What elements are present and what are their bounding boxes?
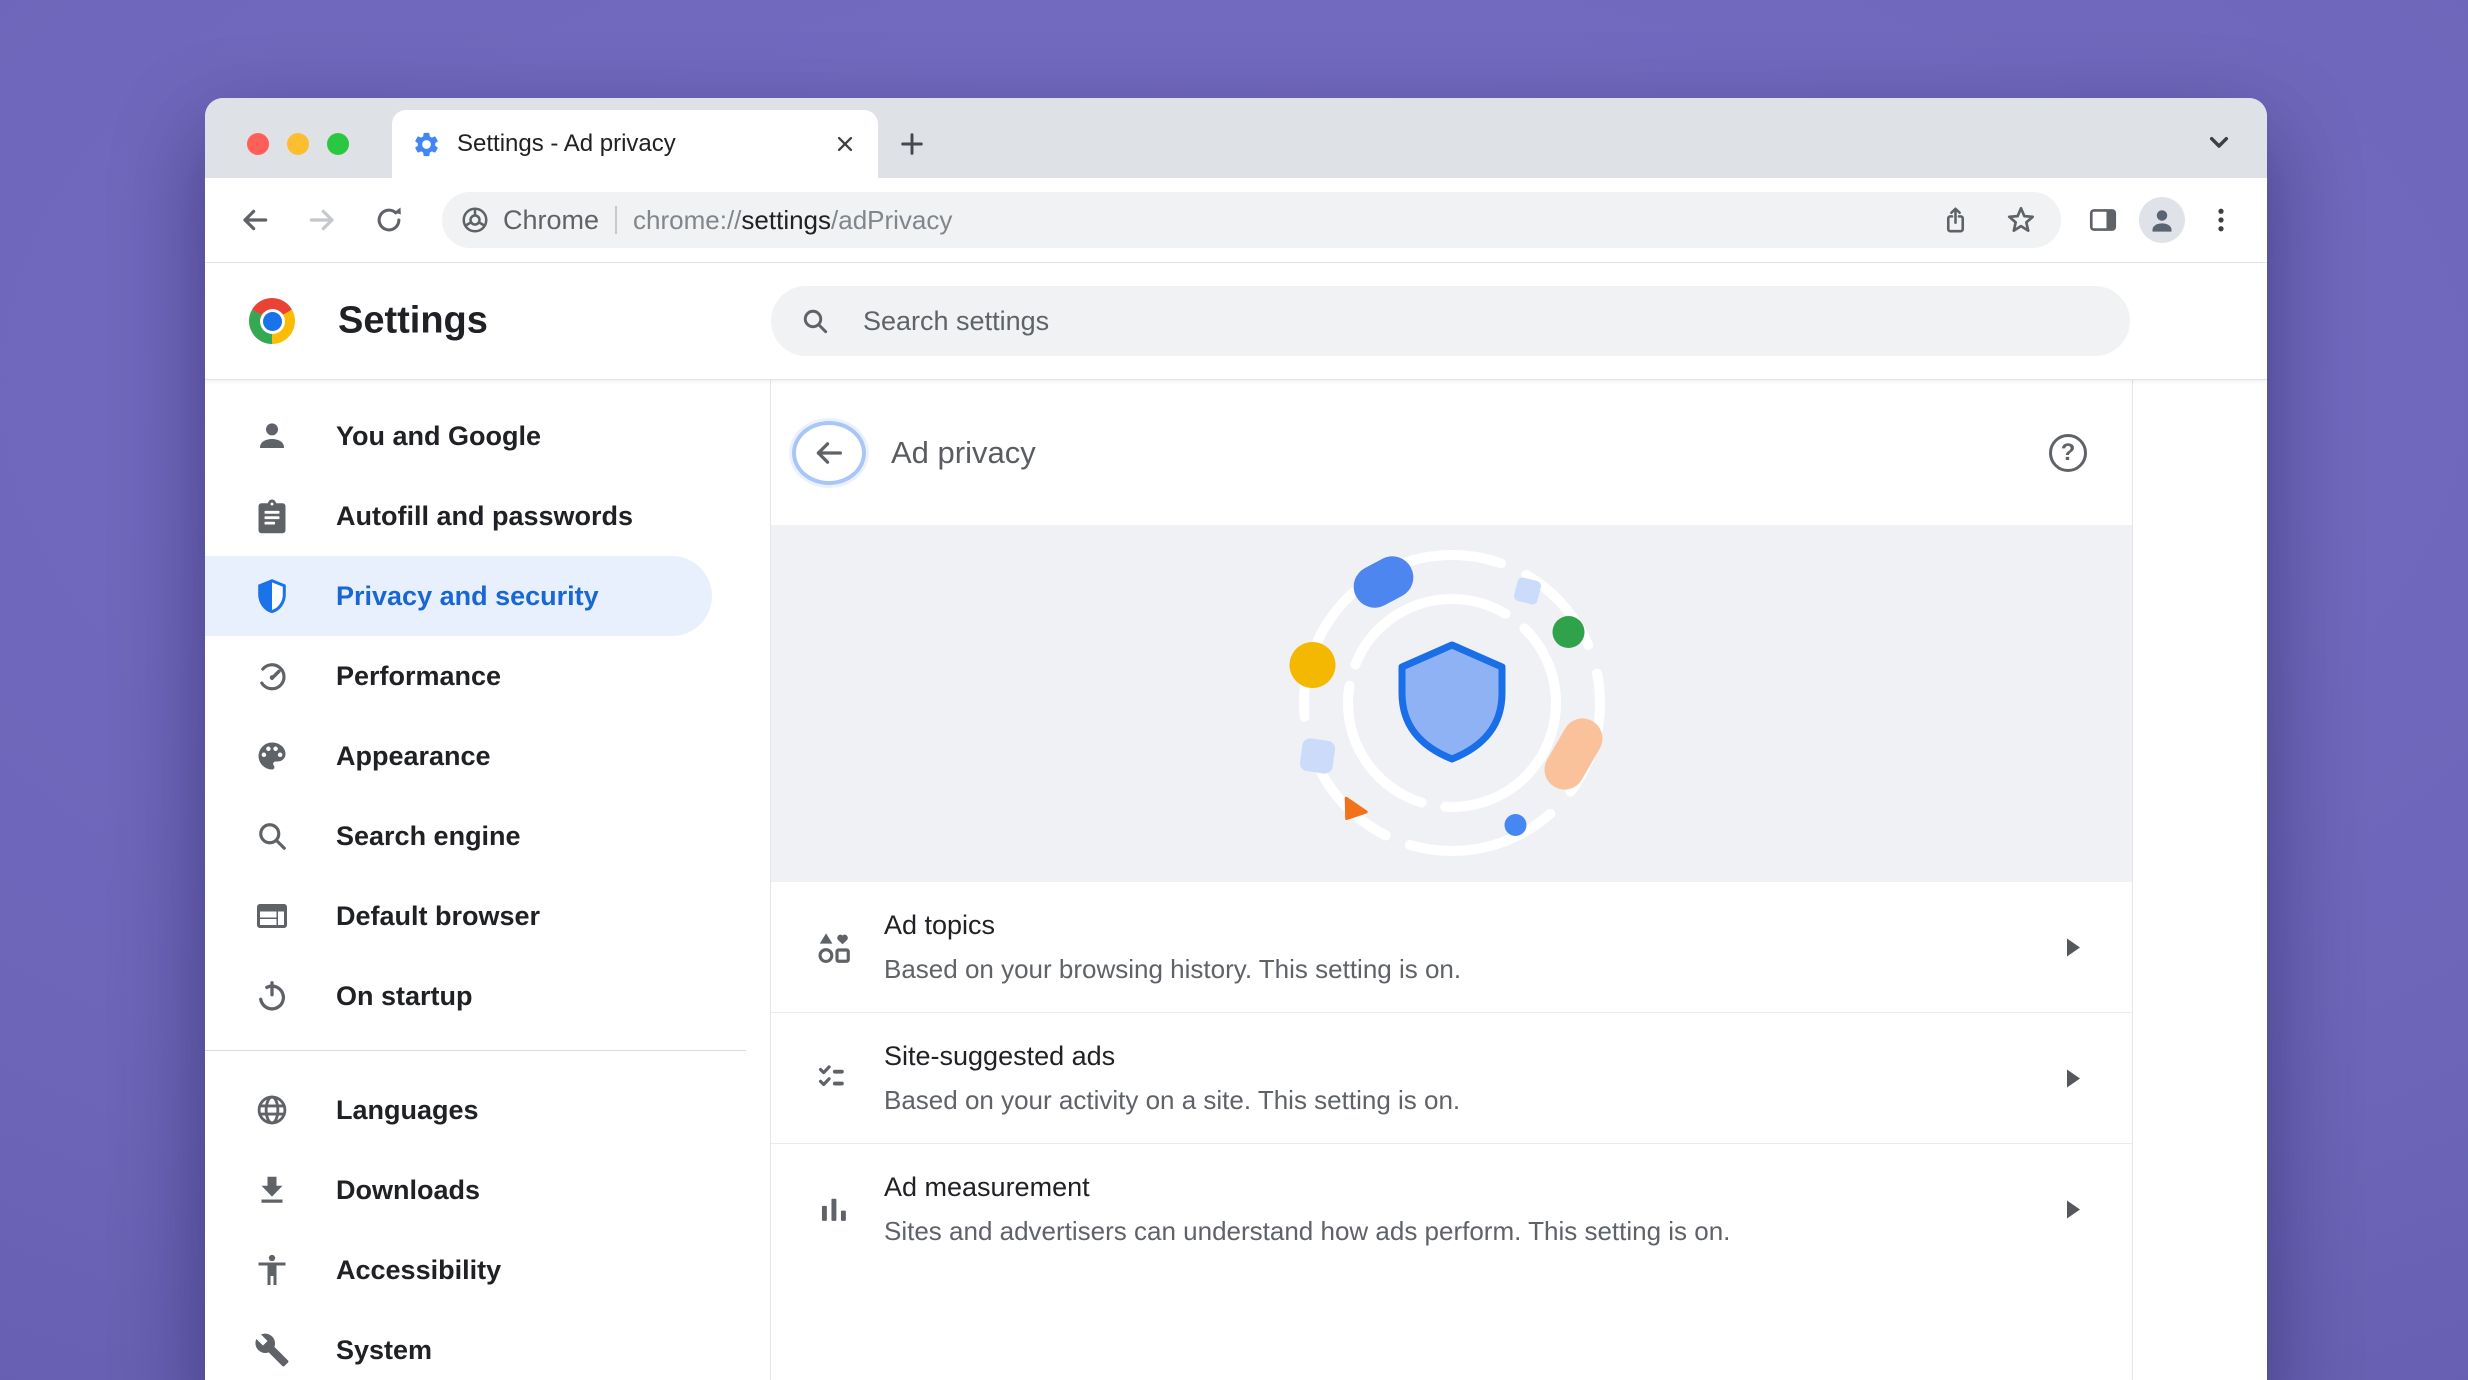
sidebar-item-accessibility[interactable]: Accessibility [205, 1230, 770, 1310]
sidebar-item-system[interactable]: System [205, 1310, 770, 1380]
speedometer-icon [252, 656, 292, 696]
sidebar-item-privacy-and-security[interactable]: Privacy and security [205, 556, 712, 636]
accessibility-person-icon [252, 1250, 292, 1290]
shield-illustration-graphic [1067, 525, 1837, 882]
close-window-button[interactable] [247, 133, 269, 155]
download-icon [252, 1170, 292, 1210]
url-host: settings [741, 205, 831, 235]
magnifier-icon [252, 816, 292, 856]
globe-icon [252, 1090, 292, 1130]
sidebar-item-search-engine[interactable]: Search engine [205, 796, 770, 876]
url-scheme: chrome:// [633, 205, 741, 235]
chrome-logo [249, 298, 295, 344]
browser-tab[interactable]: Settings - Ad privacy [392, 110, 878, 178]
chrome-logo-icon [460, 205, 490, 235]
interests-shapes-icon [812, 925, 856, 969]
search-icon [799, 305, 831, 337]
row-subtitle: Sites and advertisers can understand how… [884, 1216, 1730, 1247]
search-settings-box[interactable] [771, 286, 2130, 356]
subpage-header: Ad privacy ? [771, 380, 2132, 525]
sidebar-item-autofill[interactable]: Autofill and passwords [205, 476, 770, 556]
row-text: Site-suggested ads Based on your activit… [884, 1041, 1460, 1116]
power-icon [252, 976, 292, 1016]
row-text: Ad topics Based on your browsing history… [884, 910, 1461, 985]
row-site-suggested-ads[interactable]: Site-suggested ads Based on your activit… [771, 1013, 2132, 1144]
shield-icon [252, 576, 292, 616]
back-button[interactable] [792, 421, 866, 485]
row-subtitle: Based on your activity on a site. This s… [884, 1085, 1460, 1116]
settings-content: Ad privacy ? [770, 380, 2267, 1380]
window-controls [247, 133, 349, 155]
share-icon[interactable] [1940, 205, 1971, 236]
sidebar-item-languages[interactable]: Languages [205, 1070, 770, 1150]
bookmark-star-icon[interactable] [2005, 204, 2037, 236]
row-ad-topics[interactable]: Ad topics Based on your browsing history… [771, 882, 2132, 1013]
tab-search-chevron-down-icon[interactable] [2201, 124, 2237, 160]
palette-icon [252, 736, 292, 776]
toolbar-right-cluster [2081, 197, 2243, 243]
chevron-right-icon [2066, 937, 2082, 958]
reload-icon[interactable] [367, 198, 411, 242]
subpage-title: Ad privacy [891, 435, 1036, 471]
checklist-icon [812, 1056, 856, 1100]
address-bar[interactable]: Chrome chrome://settings/adPrivacy [442, 192, 2061, 248]
side-panel-icon[interactable] [2081, 198, 2125, 242]
tab-strip: Settings - Ad privacy [205, 98, 2267, 178]
search-settings-input[interactable] [861, 305, 2100, 338]
settings-header: Settings [205, 263, 2267, 380]
settings-gear-favicon-icon [412, 130, 441, 159]
address-separator [615, 206, 617, 234]
sidebar-item-on-startup[interactable]: On startup [205, 956, 770, 1036]
chevron-right-icon [2066, 1068, 2082, 1089]
help-icon[interactable]: ? [2049, 434, 2087, 472]
sidebar-item-default-browser[interactable]: Default browser [205, 876, 770, 956]
row-text: Ad measurement Sites and advertisers can… [884, 1172, 1730, 1247]
row-title: Ad measurement [884, 1172, 1730, 1203]
clipboard-icon [252, 496, 292, 536]
row-title: Ad topics [884, 910, 1461, 941]
row-ad-measurement[interactable]: Ad measurement Sites and advertisers can… [771, 1144, 2132, 1274]
bar-chart-icon [812, 1187, 856, 1231]
sidebar-item-performance[interactable]: Performance [205, 636, 770, 716]
page-title: Settings [338, 300, 488, 343]
arrow-left-icon [812, 436, 846, 470]
sidebar-divider [205, 1050, 746, 1051]
browser-window: Settings - Ad privacy [205, 98, 2267, 1380]
person-icon [252, 416, 292, 456]
sidebar-item-you-and-google[interactable]: You and Google [205, 396, 770, 476]
site-context-label: Chrome [503, 205, 599, 236]
url-text: chrome://settings/adPrivacy [633, 205, 952, 236]
desktop-background: Settings - Ad privacy [0, 0, 2468, 1380]
settings-body: You and Google Autofill and passwords Pr… [205, 380, 2267, 1380]
zoom-window-button[interactable] [327, 133, 349, 155]
wrench-icon [252, 1330, 292, 1370]
row-subtitle: Based on your browsing history. This set… [884, 954, 1461, 985]
back-arrow-icon[interactable] [233, 198, 277, 242]
sidebar-item-downloads[interactable]: Downloads [205, 1150, 770, 1230]
new-tab-plus-icon[interactable] [891, 123, 933, 165]
tab-close-icon[interactable] [832, 131, 858, 157]
menu-kebab-icon[interactable] [2199, 198, 2243, 242]
settings-sidebar: You and Google Autofill and passwords Pr… [205, 380, 770, 1380]
url-path: /adPrivacy [831, 205, 952, 235]
chevron-right-icon [2066, 1199, 2082, 1220]
minimize-window-button[interactable] [287, 133, 309, 155]
browser-window-icon [252, 896, 292, 936]
tab-title: Settings - Ad privacy [457, 130, 832, 158]
forward-arrow-icon[interactable] [300, 198, 344, 242]
profile-avatar[interactable] [2139, 197, 2185, 243]
ad-privacy-card: Ad privacy ? [770, 380, 2133, 1380]
ad-privacy-illustration [771, 525, 2132, 882]
browser-toolbar: Chrome chrome://settings/adPrivacy [205, 178, 2267, 263]
sidebar-item-appearance[interactable]: Appearance [205, 716, 770, 796]
row-title: Site-suggested ads [884, 1041, 1460, 1072]
